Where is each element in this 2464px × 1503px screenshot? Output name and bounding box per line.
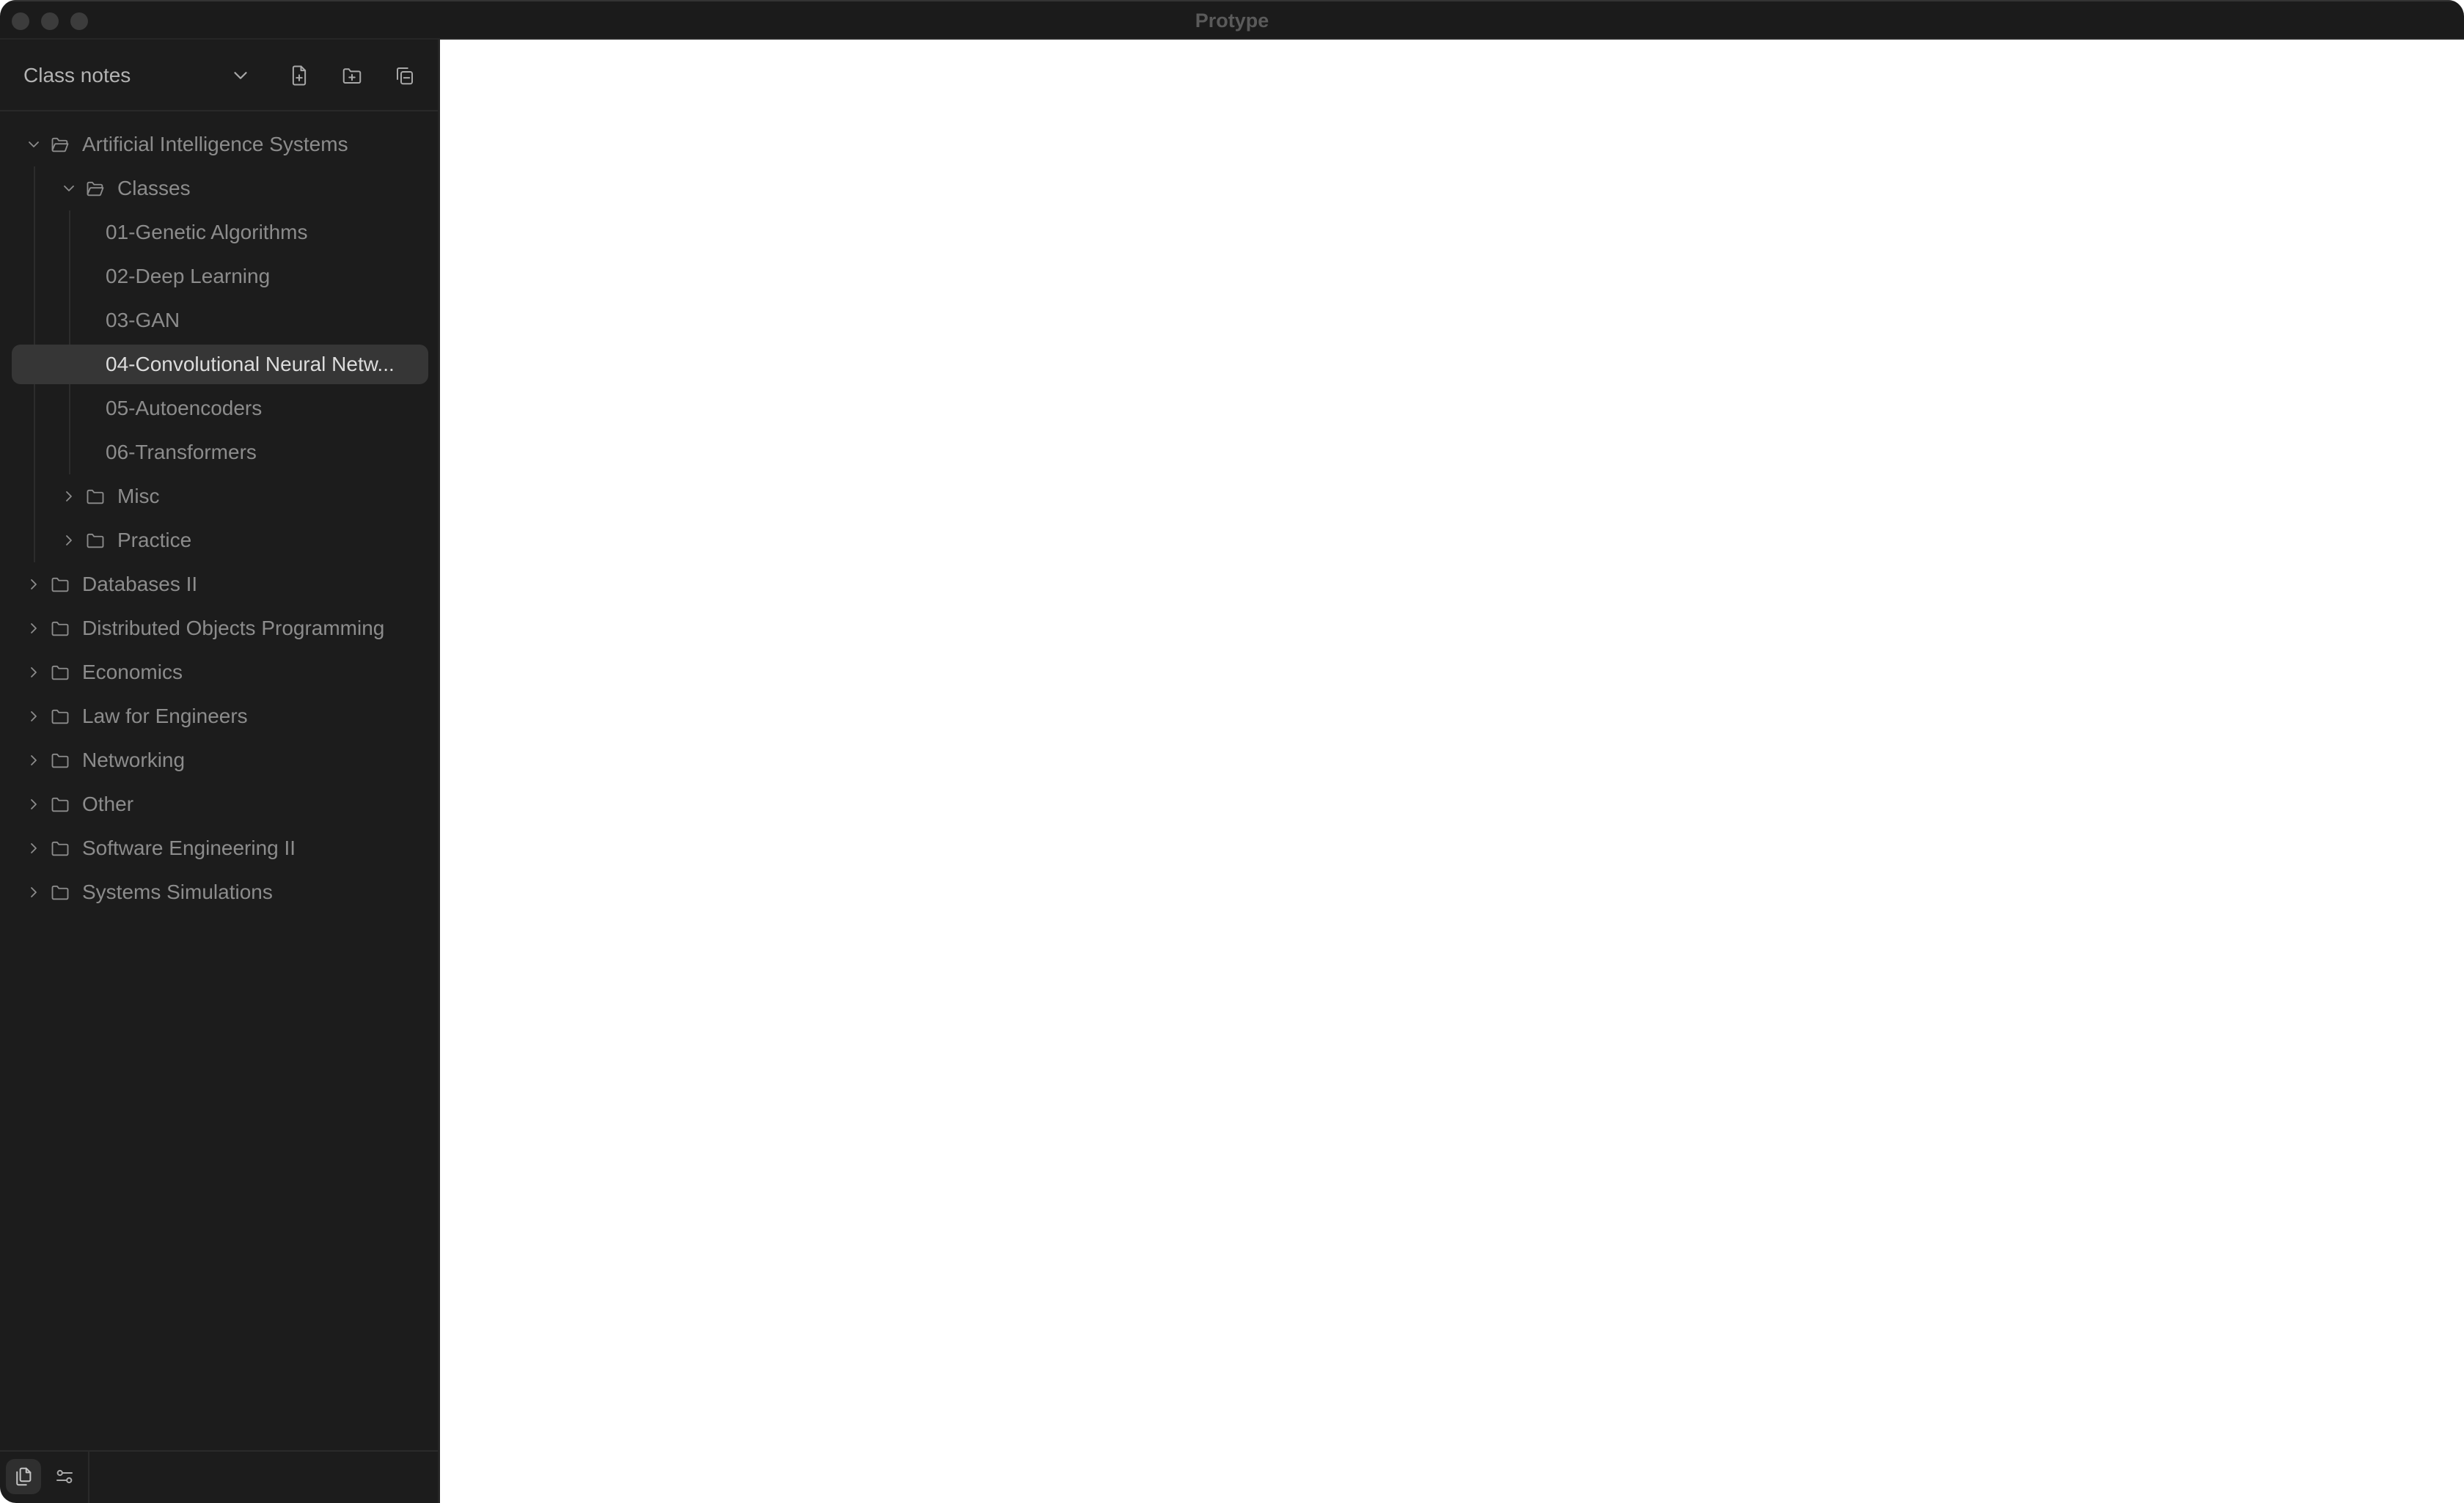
tree-item-label: Other	[82, 793, 134, 815]
tree-item-label: Systems Simulations	[82, 881, 273, 903]
chevron-right-icon[interactable]	[25, 752, 43, 769]
chevron-right-icon[interactable]	[60, 488, 78, 505]
tree-note[interactable]: 05-Autoencoders	[0, 386, 438, 430]
folder-open-icon	[87, 181, 104, 196]
chevron-right-icon[interactable]	[25, 708, 43, 725]
chevron-right-icon[interactable]	[25, 576, 43, 593]
sidebar: Class notes Artificial Intelligence Syst…	[0, 40, 440, 1503]
tree-item-label: Software Engineering II	[82, 837, 296, 859]
folder-icon	[51, 797, 69, 812]
chevron-right-icon[interactable]	[25, 795, 43, 813]
folder-icon	[51, 621, 69, 636]
tree-note[interactable]: 03-GAN	[0, 298, 438, 342]
chevron-down-icon[interactable]	[60, 180, 78, 197]
tree-item-label: 06-Transformers	[106, 441, 257, 463]
sidebar-footer	[0, 1450, 438, 1503]
tree-note[interactable]: 01-Genetic Algorithms	[0, 210, 438, 254]
app-window: Protype Class notes Artificial Intellige…	[0, 0, 2464, 1503]
folder-icon	[51, 577, 69, 592]
chevron-down-icon	[234, 72, 247, 79]
tree-item-label: Law for Engineers	[82, 705, 248, 727]
vault-name[interactable]: Class notes	[23, 63, 131, 88]
tree-folder[interactable]: Other	[0, 782, 438, 826]
folder-icon	[51, 885, 69, 900]
tree-note[interactable]: 06-Transformers	[0, 430, 438, 474]
folder-icon	[87, 489, 104, 504]
tree-item-label: Databases II	[82, 573, 198, 595]
chevron-right-icon[interactable]	[25, 839, 43, 857]
tree-folder[interactable]: Artificial Intelligence Systems	[0, 122, 438, 166]
files-view-button[interactable]	[6, 1459, 41, 1494]
vault-switcher-button[interactable]	[227, 62, 254, 89]
chevron-right-icon[interactable]	[25, 664, 43, 681]
sliders-icon	[56, 1469, 73, 1484]
chevron-right-icon[interactable]	[25, 620, 43, 637]
tree-item-label: 02-Deep Learning	[106, 265, 271, 287]
new-note-button[interactable]	[286, 62, 312, 89]
title-bar: Protype	[0, 0, 2464, 40]
folder-icon	[51, 841, 69, 856]
tree-item-label: Economics	[82, 661, 183, 683]
new-folder-button[interactable]	[339, 62, 365, 89]
tree-folder[interactable]: Economics	[0, 650, 438, 694]
folder-open-icon	[51, 137, 69, 152]
tree-note[interactable]: 04-Convolutional Neural Netw...	[0, 342, 438, 386]
tree-folder[interactable]: Misc	[0, 474, 438, 518]
footer-divider	[88, 1452, 89, 1503]
window-title: Protype	[1195, 10, 1269, 32]
tree-item-label: Artificial Intelligence Systems	[82, 133, 348, 155]
folder-icon	[51, 665, 69, 680]
collapse-all-button[interactable]	[392, 62, 418, 89]
file-plus-icon	[292, 65, 307, 86]
tree-folder[interactable]: Software Engineering II	[0, 826, 438, 870]
tree-item-label: 03-GAN	[106, 309, 180, 331]
settings-button[interactable]	[47, 1459, 82, 1494]
tree-folder[interactable]: Networking	[0, 738, 438, 782]
chevron-down-icon[interactable]	[25, 136, 43, 153]
tree-item-label: 01-Genetic Algorithms	[106, 221, 308, 243]
collapse-all-icon	[397, 67, 413, 85]
chevron-right-icon[interactable]	[60, 532, 78, 549]
tree-item-label: 04-Convolutional Neural Netw...	[106, 353, 395, 375]
chevron-right-icon[interactable]	[25, 883, 43, 901]
tree-folder[interactable]: Practice	[0, 518, 438, 562]
tree-item-label: Classes	[117, 177, 191, 199]
tree-item-label: Misc	[117, 485, 160, 507]
tree-note[interactable]: 02-Deep Learning	[0, 254, 438, 298]
editor-area[interactable]	[440, 40, 2464, 1503]
files-icon	[16, 1467, 32, 1486]
tree-item-label: Practice	[117, 529, 192, 551]
tree-folder[interactable]: Systems Simulations	[0, 870, 438, 914]
folder-icon	[51, 709, 69, 724]
tree-item-label: 05-Autoencoders	[106, 397, 263, 419]
tree-folder[interactable]: Law for Engineers	[0, 694, 438, 738]
sidebar-header: Class notes	[0, 40, 438, 111]
folder-icon	[87, 533, 104, 548]
tree-folder[interactable]: Distributed Objects Programming	[0, 606, 438, 650]
tree-folder[interactable]: Databases II	[0, 562, 438, 606]
tree-folder[interactable]: Classes	[0, 166, 438, 210]
folder-icon	[51, 753, 69, 768]
tree-item-label: Distributed Objects Programming	[82, 617, 385, 639]
file-tree: Artificial Intelligence Systems Classes 01…	[0, 122, 438, 914]
tree-item-label: Networking	[82, 749, 186, 771]
folder-plus-icon	[342, 68, 362, 84]
